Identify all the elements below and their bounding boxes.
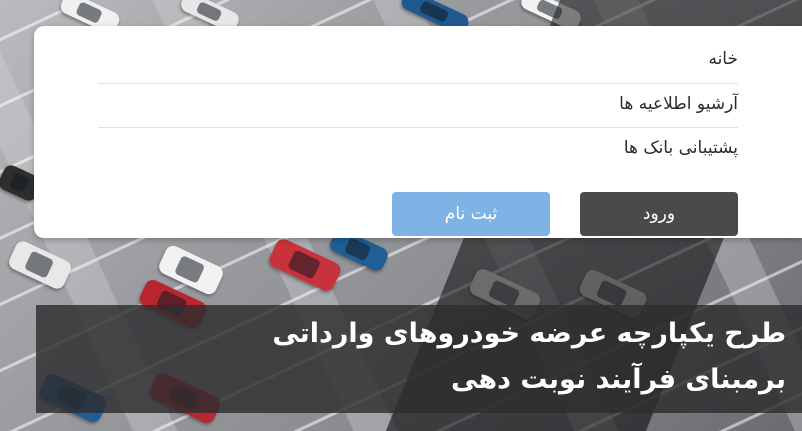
register-button[interactable]: ثبت نام [392, 192, 550, 236]
menu-item-bank-support[interactable]: پشتیبانی بانک ها [98, 126, 738, 170]
menu-item-label: پشتیبانی بانک ها [623, 138, 738, 158]
menu-item-label: خانه [708, 49, 738, 69]
navigation-menu: خانه آرشیو اطلاعیه ها پشتیبانی بانک ها ث… [34, 26, 802, 238]
headline-text: طرح یکپارچه عرضه خودروهای وارداتی برمبنا… [46, 311, 786, 403]
login-button[interactable]: ورود [580, 192, 738, 236]
menu-item-label: آرشیو اطلاعیه ها [619, 94, 738, 114]
menu-item-announcements-archive[interactable]: آرشیو اطلاعیه ها [98, 82, 738, 126]
headline-line-2: برمبنای فرآیند نوبت دهی [451, 364, 786, 395]
menu-item-home[interactable]: خانه [98, 37, 738, 81]
headline-banner: طرح یکپارچه عرضه خودروهای وارداتی برمبنا… [36, 305, 802, 413]
headline-line-1: طرح یکپارچه عرضه خودروهای وارداتی [272, 318, 786, 349]
